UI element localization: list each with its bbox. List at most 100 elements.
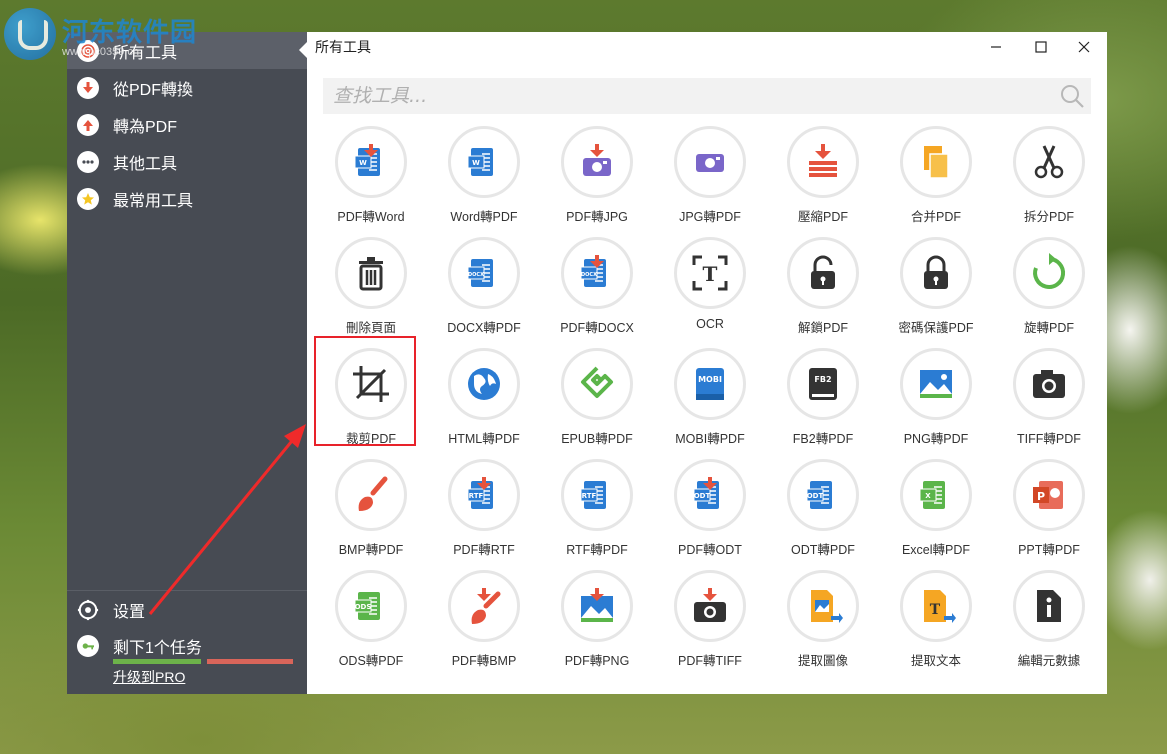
tool-label: RTF轉PDF xyxy=(566,543,628,557)
tool-rotate[interactable]: 旋轉PDF xyxy=(993,235,1105,340)
maximize-button[interactable] xyxy=(1018,32,1064,62)
site-watermark: 河东软件园 www.pc0359.cn xyxy=(4,6,224,60)
tool-label: DOCX轉PDF xyxy=(447,321,521,335)
sidebar-item-star[interactable]: 最常用工具 xyxy=(67,180,307,217)
tool-excel[interactable]: X Excel轉PDF xyxy=(880,457,992,562)
tool-icon-circle: T xyxy=(900,570,972,642)
svg-text:T: T xyxy=(930,602,941,618)
tool-rtf[interactable]: RTF RTF轉PDF xyxy=(541,457,653,562)
tool-icon-circle xyxy=(674,126,746,198)
pdf-to-png-icon xyxy=(581,588,613,622)
tool-merge[interactable]: 合并PDF xyxy=(880,124,992,229)
svg-text:RTF: RTF xyxy=(469,492,484,500)
tool-brush[interactable]: BMP轉PDF xyxy=(315,457,427,562)
tool-label: 提取文本 xyxy=(910,654,961,668)
tool-odt[interactable]: ODT ODT轉PDF xyxy=(767,457,879,562)
tool-icon-circle: P xyxy=(1013,459,1085,531)
tool-extract-text[interactable]: T 提取文本 xyxy=(880,568,992,673)
tool-pdf-to-jpg[interactable]: PDF轉JPG xyxy=(541,124,653,229)
rotate-icon xyxy=(1033,253,1066,289)
svg-text:FB2: FB2 xyxy=(814,375,831,384)
tool-mobi[interactable]: MOBI MOBI轉PDF xyxy=(654,346,766,451)
tool-pdf-to-odt[interactable]: ODT PDF轉ODT xyxy=(654,457,766,562)
minimize-icon xyxy=(991,46,1001,48)
tool-jpg[interactable]: JPG轉PDF xyxy=(654,124,766,229)
pdf-to-jpg-icon xyxy=(583,144,611,176)
tool-label: HTML轉PDF xyxy=(448,432,520,446)
svg-text:W: W xyxy=(472,159,480,167)
tool-globe[interactable]: HTML轉PDF xyxy=(428,346,540,451)
gear-icon xyxy=(77,599,99,621)
tool-docx[interactable]: DOCX DOCX轉PDF xyxy=(428,235,540,340)
fb2-icon: FB2 xyxy=(809,368,837,400)
sidebar-item-label: 其他工具 xyxy=(113,155,178,173)
settings-button[interactable]: 设置 xyxy=(77,598,145,622)
svg-text:ODT: ODT xyxy=(694,492,711,500)
tool-label: 壓縮PDF xyxy=(797,210,848,224)
tool-icon-circle xyxy=(900,348,972,420)
task-progress-used xyxy=(113,659,201,664)
mobi-icon: MOBI xyxy=(696,368,724,400)
sidebar: 所有工具 從PDF轉換 轉為PDF 其他工具 最常用工具 设置 剩下1个任务 升级到PR… xyxy=(67,32,307,694)
brush-icon xyxy=(358,476,388,511)
tools-window: 所有工具 W PDF轉Word W Word轉PDF PDF轉JPG JPG轉PDF 壓縮P… xyxy=(307,32,1107,694)
tool-pdf-to-tiff[interactable]: PDF轉TIFF xyxy=(654,568,766,673)
tool-compress[interactable]: 壓縮PDF xyxy=(767,124,879,229)
tool-ods[interactable]: ODS ODS轉PDF xyxy=(315,568,427,673)
svg-text:P: P xyxy=(1037,490,1045,503)
tool-label: OCR xyxy=(696,317,724,331)
tool-label: 合并PDF xyxy=(910,210,961,224)
tool-epub[interactable]: EPUB轉PDF xyxy=(541,346,653,451)
tool-camera[interactable]: TIFF轉PDF xyxy=(993,346,1105,451)
tool-unlock[interactable]: 解鎖PDF xyxy=(767,235,879,340)
lock-icon xyxy=(924,255,948,289)
tool-ocr[interactable]: T OCR xyxy=(654,235,766,340)
extract-image-icon xyxy=(811,590,843,623)
tool-fb2[interactable]: FB2 FB2轉PDF xyxy=(767,346,879,451)
tool-icon-circle xyxy=(448,348,520,420)
tool-info-file[interactable]: 編輯元數據 xyxy=(993,568,1105,673)
tool-extract-image[interactable]: 提取圖像 xyxy=(767,568,879,673)
tool-pdf-to-rtf[interactable]: RTF PDF轉RTF xyxy=(428,457,540,562)
tool-icon-circle xyxy=(674,570,746,642)
search-icon[interactable] xyxy=(1059,83,1085,109)
odt-icon: ODT xyxy=(806,481,832,509)
tool-label: 旋轉PDF xyxy=(1023,321,1074,335)
excel-icon: X xyxy=(919,481,945,509)
tool-icon-circle xyxy=(335,459,407,531)
svg-text:DOCX: DOCX xyxy=(581,272,597,278)
svg-text:ODT: ODT xyxy=(807,492,824,500)
tool-label: 刪除頁面 xyxy=(345,321,396,335)
tool-icon-circle xyxy=(335,348,407,420)
tool-icon-circle: RTF xyxy=(561,459,633,531)
close-button[interactable] xyxy=(1061,32,1107,62)
minimize-button[interactable] xyxy=(973,32,1019,62)
tool-pdf-to-word[interactable]: W PDF轉Word xyxy=(315,124,427,229)
tool-label: FB2轉PDF xyxy=(792,432,854,446)
tool-lock[interactable]: 密碼保護PDF xyxy=(880,235,992,340)
sidebar-item-label: 轉為PDF xyxy=(113,118,178,136)
tool-icon-circle xyxy=(561,570,633,642)
upgrade-pro-link[interactable]: 升级到PRO xyxy=(113,667,185,687)
sidebar-item-arrow-down[interactable]: 從PDF轉換 xyxy=(67,69,307,106)
search-input[interactable] xyxy=(323,77,1059,115)
tool-label: PDF轉DOCX xyxy=(560,321,634,335)
sidebar-item-more-dots[interactable]: 其他工具 xyxy=(67,143,307,180)
tool-icon-circle: T xyxy=(674,237,746,309)
tool-image[interactable]: PNG轉PDF xyxy=(880,346,992,451)
tool-pdf-to-png[interactable]: PDF轉PNG xyxy=(541,568,653,673)
tool-powerpoint[interactable]: P PPT轉PDF xyxy=(993,457,1105,562)
tool-label: ODT轉PDF xyxy=(791,543,855,557)
sidebar-item-arrow-up[interactable]: 轉為PDF xyxy=(67,106,307,143)
tool-crop[interactable]: 裁剪PDF xyxy=(315,346,427,451)
tool-pdf-to-docx[interactable]: DOCX PDF轉DOCX xyxy=(541,235,653,340)
tool-trash[interactable]: 刪除頁面 xyxy=(315,235,427,340)
tool-icon-circle: W xyxy=(335,126,407,198)
tool-pdf-to-bmp[interactable]: PDF轉BMP xyxy=(428,568,540,673)
tool-icon-circle xyxy=(561,348,633,420)
ocr-icon: T xyxy=(692,255,728,291)
tool-label: PDF轉ODT xyxy=(678,543,742,557)
tool-scissors[interactable]: 拆分PDF xyxy=(993,124,1105,229)
tool-word[interactable]: W Word轉PDF xyxy=(428,124,540,229)
merge-icon xyxy=(924,146,949,179)
